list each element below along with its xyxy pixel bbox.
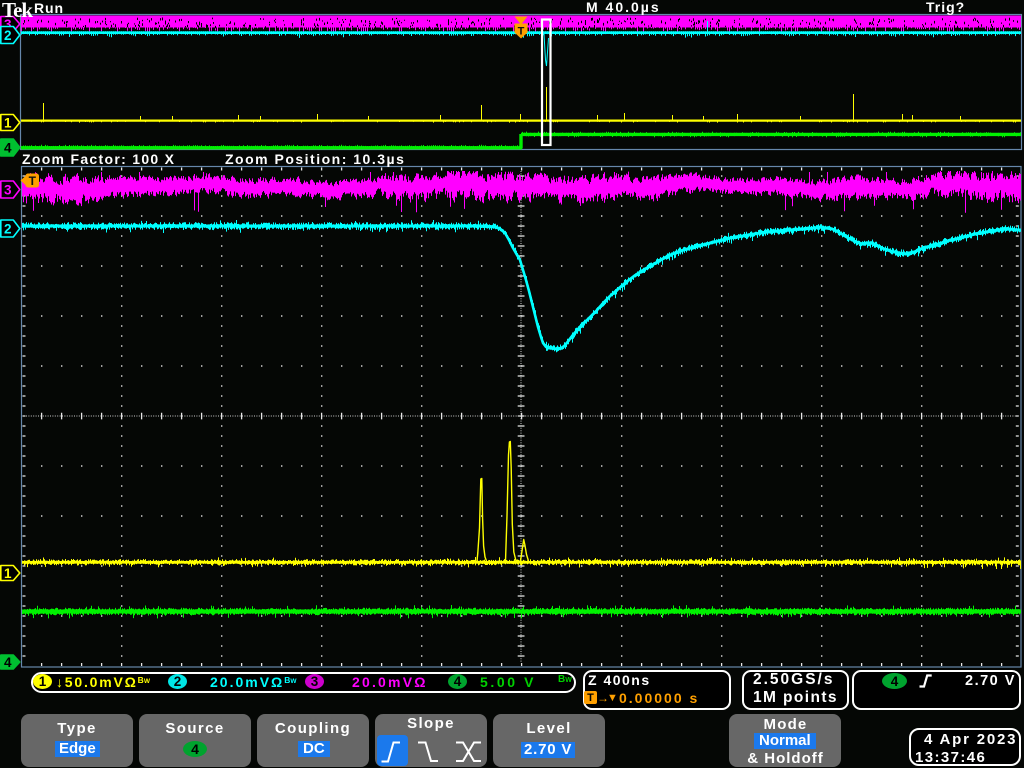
svg-text:2: 2 <box>4 28 12 43</box>
svg-text:4: 4 <box>4 655 12 670</box>
svg-text:1: 1 <box>4 115 12 130</box>
svg-text:4: 4 <box>4 140 12 155</box>
svg-text:T: T <box>29 174 37 188</box>
svg-text:3: 3 <box>4 182 12 197</box>
svg-text:1: 1 <box>4 566 12 581</box>
svg-text:2: 2 <box>4 221 12 236</box>
svg-text:T: T <box>518 26 525 38</box>
